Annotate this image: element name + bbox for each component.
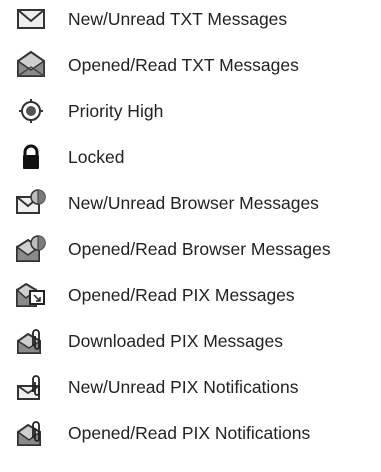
legend-label: Opened/Read TXT Messages [68, 55, 299, 75]
legend-row: New/Unread PIX Notifications [0, 368, 381, 408]
envelope-closed-icon [16, 4, 46, 34]
legend-label: Opened/Read PIX Notifications [68, 423, 311, 443]
legend-row: Opened/Read Browser Messages [0, 230, 381, 270]
pix-notification-unread-icon [16, 372, 46, 402]
browser-message-unread-icon [16, 188, 46, 218]
legend-label: Downloaded PIX Messages [68, 331, 283, 351]
legend-label: Opened/Read PIX Messages [68, 285, 295, 305]
legend-row: Opened/Read TXT Messages [0, 46, 381, 86]
legend-row: Opened/Read PIX Messages [0, 276, 381, 316]
legend-row: New/Unread TXT Messages [0, 0, 381, 40]
legend-label: Opened/Read Browser Messages [68, 239, 331, 259]
lock-icon [16, 142, 46, 172]
legend-label: New/Unread Browser Messages [68, 193, 319, 213]
legend-row: Priority High [0, 92, 381, 132]
icon-legend: New/Unread TXT Messages Opened/Read TXT … [0, 0, 381, 472]
legend-label: Locked [68, 147, 125, 167]
pix-message-read-icon [16, 280, 46, 310]
legend-label: New/Unread PIX Notifications [68, 377, 299, 397]
legend-row: New/Unread Browser Messages [0, 184, 381, 224]
legend-row: Opened/Read PIX Notifications [0, 414, 381, 454]
legend-row: Locked [0, 138, 381, 178]
priority-high-icon [16, 96, 46, 126]
envelope-open-icon [16, 50, 46, 80]
legend-label: Priority High [68, 101, 164, 121]
pix-downloaded-icon [16, 326, 46, 356]
legend-label: New/Unread TXT Messages [68, 9, 288, 29]
pix-notification-read-icon [16, 418, 46, 448]
legend-row: Downloaded PIX Messages [0, 322, 381, 362]
browser-message-read-icon [16, 234, 46, 264]
